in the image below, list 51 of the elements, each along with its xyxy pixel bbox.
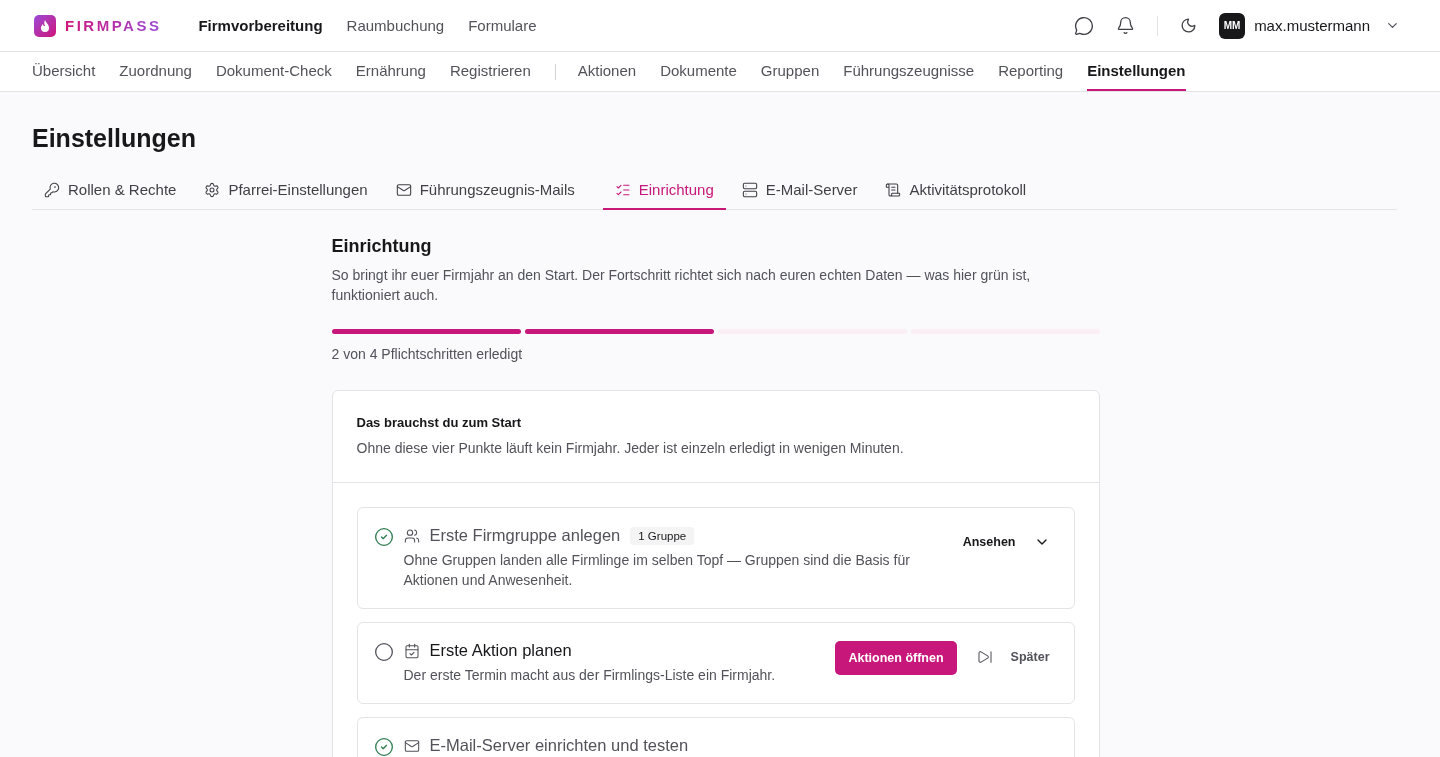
later-button[interactable]: Später [968, 641, 1058, 673]
sub-nav-link[interactable]: Registrieren [449, 52, 531, 91]
users-icon [403, 527, 420, 544]
settings-tab[interactable]: Aktivitätsprotokoll [885, 181, 1039, 210]
count-badge: 1 Gruppe [630, 526, 695, 545]
sub-nav-link[interactable]: Übersicht [32, 52, 96, 91]
view-button[interactable]: Ansehen [954, 526, 1058, 558]
chat-icon[interactable] [1074, 15, 1095, 36]
card-title: Das brauchst du zum Start [356, 415, 523, 430]
step-title: E-Mail-Server einrichten und testen [429, 736, 689, 755]
user-menu-button[interactable]: MM max.mustermann [1213, 11, 1406, 40]
step-description: Der erste Termin macht aus der Firmlings-Liste ein Firmjahr. [403, 666, 777, 685]
moon-icon[interactable] [1180, 17, 1198, 34]
settings-tab[interactable]: Einrichtung [602, 181, 726, 210]
skip-icon [976, 649, 993, 665]
sub-nav-link[interactable]: Ernährung [355, 52, 426, 91]
nav-link[interactable]: Raumbuchung [346, 17, 445, 34]
mail-icon [395, 181, 412, 198]
server-icon [741, 181, 758, 198]
logo-icon [34, 14, 56, 37]
key-icon [44, 181, 60, 198]
settings-tab[interactable]: Pfarrei-Einstellungen [204, 181, 380, 210]
settings-tab[interactable]: E-Mail-Server [741, 181, 870, 210]
scroll-icon [885, 181, 902, 198]
sub-nav-link[interactable]: Reporting [998, 52, 1064, 91]
step-description: Ohne Gruppen landen alle Firmlinge im selben Topf — Gruppen sind die Basis für Aktionen und Anwesenheit. [403, 551, 911, 590]
card-description: Ohne diese vier Punkte läuft kein Firmjahr. Jeder ist einzeln erledigt in wenigen Minuten. [356, 439, 905, 458]
step-title: Erste Firmgruppe anlegen [429, 526, 621, 545]
sub-nav-link[interactable]: Führungszeugnisse [843, 52, 975, 91]
bell-icon[interactable] [1116, 16, 1136, 35]
sub-nav-link[interactable]: Dokumente [660, 52, 737, 91]
sub-nav-link[interactable]: Gruppen [760, 52, 820, 91]
section-title: Einrichtung [331, 236, 433, 257]
avatar: MM [1219, 12, 1246, 39]
progress-text: 2 von 4 Pflichtschritten erledigt [331, 345, 524, 364]
step-title: Erste Aktion planen [429, 641, 572, 660]
sub-nav-link[interactable]: Aktionen [577, 52, 637, 91]
user-name: max.mustermann [1254, 17, 1370, 34]
section-description: So bringt ihr euer Firmjahr an den Start. Der Fortschritt richtet sich nach euren echten Daten — was hier grün ist, funktioniert auch. [331, 266, 1032, 305]
gear-icon [204, 181, 221, 198]
mail-icon [403, 737, 420, 754]
settings-tab[interactable]: Rollen & Rechte [44, 181, 189, 210]
sub-nav-link[interactable]: Zuordnung [119, 52, 192, 91]
primary-button[interactable]: Aktionen öffnen [835, 641, 957, 675]
sub-nav-link[interactable]: Einstellungen [1087, 52, 1186, 91]
settings-tab[interactable]: Führungszeugnis-Mails [395, 181, 587, 210]
calendar-icon [403, 642, 420, 659]
nav-link[interactable]: Formulare [468, 17, 537, 34]
nav-link[interactable]: Firmvorbereitung [198, 17, 323, 34]
sub-nav-link[interactable]: Dokument-Check [215, 52, 332, 91]
page-title: Einstellungen [32, 124, 197, 153]
